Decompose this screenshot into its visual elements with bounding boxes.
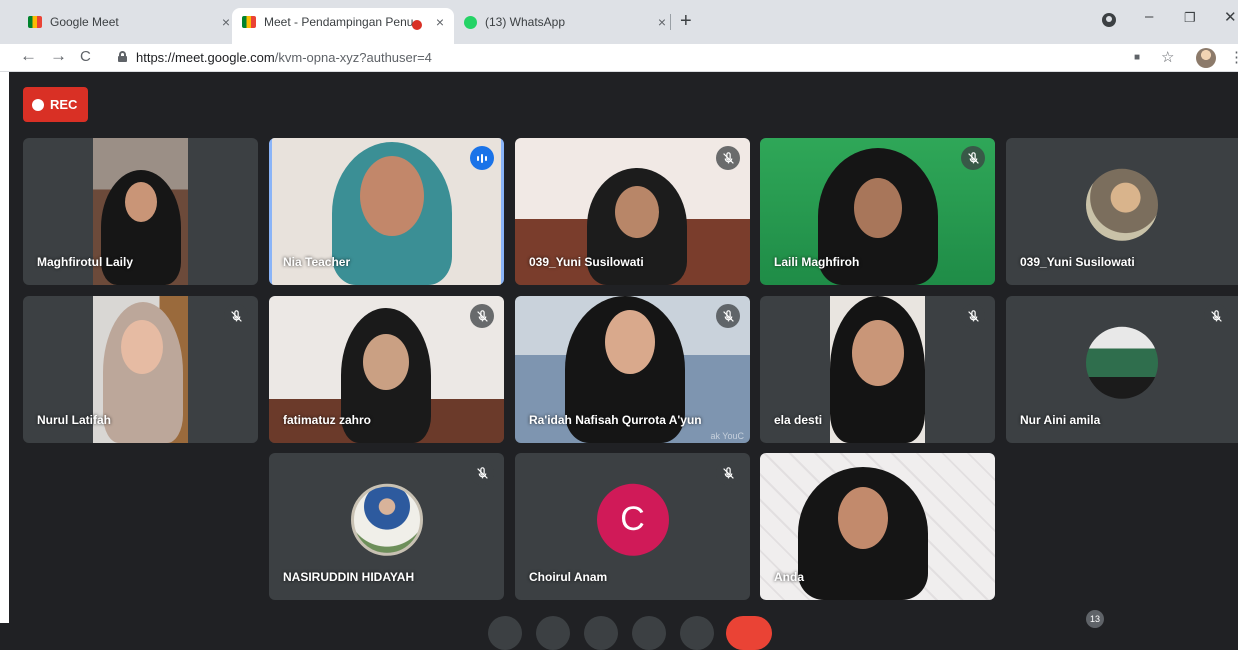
- control-button[interactable]: [536, 616, 570, 650]
- mic-off-icon: [961, 146, 985, 170]
- tab-google-meet[interactable]: Google Meet ×: [18, 8, 240, 36]
- participant-name: NASIRUDDIN HIDAYAH: [283, 570, 415, 584]
- participant-tile[interactable]: Laili Maghfiroh: [760, 138, 995, 285]
- participant-tile[interactable]: Nia Teacher: [269, 138, 504, 285]
- record-icon: [32, 98, 44, 111]
- participant-tile[interactable]: C Choirul Anam: [515, 453, 750, 600]
- participant-tile[interactable]: Maghfirotul Laily: [23, 138, 258, 285]
- participant-tile[interactable]: Nurul Latifah: [23, 296, 258, 443]
- participant-figure: [798, 467, 928, 600]
- mic-off-icon: [470, 461, 494, 485]
- close-icon[interactable]: ×: [658, 14, 666, 30]
- participant-name: Choirul Anam: [529, 570, 608, 584]
- whatsapp-icon: [464, 15, 477, 29]
- reload-button[interactable]: C: [80, 48, 91, 65]
- tab-title: Google Meet: [50, 15, 119, 29]
- mic-off-icon: [716, 146, 740, 170]
- menu-icon[interactable]: ⋮: [1229, 48, 1238, 66]
- forward-button[interactable]: →: [50, 46, 67, 66]
- participant-name: fatimatuz zahro: [283, 413, 372, 427]
- control-button[interactable]: [680, 616, 714, 650]
- participant-letter-avatar: C: [596, 483, 669, 556]
- google-meet-icon: [28, 16, 42, 28]
- mic-off-icon: [470, 304, 494, 328]
- leave-call-button[interactable]: [726, 616, 772, 650]
- participant-name: Laili Maghfiroh: [774, 255, 860, 269]
- url-path: /kvm-opna-xyz?authuser=4: [274, 50, 432, 65]
- close-icon[interactable]: ×: [222, 14, 230, 30]
- participant-figure: [103, 302, 183, 443]
- video-feed: [830, 296, 925, 443]
- participant-avatar: [350, 483, 423, 556]
- participant-name: Ra'idah Nafisah Qurrota A'yun: [529, 413, 702, 427]
- restore-button[interactable]: ❐: [1184, 10, 1196, 26]
- browser-toolbar: ← → C https://meet.google.com/kvm-opna-x…: [0, 44, 1238, 72]
- recording-indicator[interactable]: REC: [23, 87, 88, 122]
- mic-off-icon: [1204, 304, 1228, 328]
- participant-tile[interactable]: NASIRUDDIN HIDAYAH: [269, 453, 504, 600]
- control-button[interactable]: [488, 616, 522, 650]
- browser-tab-strip: Google Meet × Meet - Pendampingan Penul …: [0, 0, 1238, 44]
- participant-name: Nur Aini amila: [1020, 413, 1101, 427]
- participant-tile[interactable]: ak YouC Ra'idah Nafisah Qurrota A'yun: [515, 296, 750, 443]
- participant-name: 039_Yuni Susilowati: [1020, 255, 1135, 269]
- recording-icon: [412, 20, 422, 30]
- url-host: https://meet.google.com: [136, 50, 275, 65]
- back-button[interactable]: ←: [20, 46, 37, 66]
- participant-tile[interactable]: Anda: [760, 453, 995, 600]
- speaking-indicator-icon: [470, 146, 494, 170]
- window-edge: [0, 72, 9, 623]
- new-tab-button[interactable]: +: [680, 10, 692, 33]
- control-button[interactable]: [632, 616, 666, 650]
- profile-icon[interactable]: [1102, 13, 1116, 27]
- participant-name: Nia Teacher: [283, 255, 351, 269]
- video-watermark: ak YouC: [710, 431, 744, 441]
- participant-name: Anda: [774, 570, 804, 584]
- bookmark-star-icon[interactable]: ☆: [1161, 48, 1174, 66]
- participant-name: Nurul Latifah: [37, 413, 111, 427]
- participant-tile[interactable]: ela desti: [760, 296, 995, 443]
- mic-off-icon: [224, 304, 248, 328]
- participant-name: ela desti: [774, 413, 823, 427]
- participant-tile[interactable]: Nur Aini amila: [1006, 296, 1238, 443]
- participants-count-badge[interactable]: 13: [1086, 610, 1104, 628]
- control-button[interactable]: [584, 616, 618, 650]
- profile-avatar[interactable]: [1196, 48, 1216, 68]
- participant-tile[interactable]: 039_Yuni Susilowati: [1006, 138, 1238, 285]
- participant-tile[interactable]: 039_Yuni Susilowati: [515, 138, 750, 285]
- mic-off-icon: [716, 304, 740, 328]
- close-icon[interactable]: ×: [436, 14, 444, 30]
- minimize-button[interactable]: –: [1145, 8, 1153, 25]
- mic-off-icon: [716, 461, 740, 485]
- rec-label: REC: [50, 97, 78, 112]
- tab-divider: [670, 14, 671, 30]
- mic-off-icon: [961, 304, 985, 328]
- participant-name: Maghfirotul Laily: [37, 255, 133, 269]
- window-close-button[interactable]: ✕: [1224, 8, 1237, 26]
- participant-avatar: [1086, 168, 1158, 241]
- participant-avatar: [1086, 326, 1158, 399]
- tab-title: Meet - Pendampingan Penul: [264, 15, 414, 29]
- participant-name: 039_Yuni Susilowati: [529, 255, 644, 269]
- participant-figure: [830, 296, 925, 443]
- tab-title: (13) WhatsApp: [485, 15, 566, 29]
- participant-tile[interactable]: fatimatuz zahro: [269, 296, 504, 443]
- tab-meet-pendampingan[interactable]: Meet - Pendampingan Penul ×: [232, 8, 454, 44]
- lock-icon: [118, 51, 127, 62]
- address-bar[interactable]: https://meet.google.com/kvm-opna-xyz?aut…: [136, 50, 432, 65]
- google-meet-icon: [242, 16, 256, 28]
- camera-icon[interactable]: ■: [1134, 52, 1140, 63]
- tab-whatsapp[interactable]: (13) WhatsApp ×: [454, 8, 676, 36]
